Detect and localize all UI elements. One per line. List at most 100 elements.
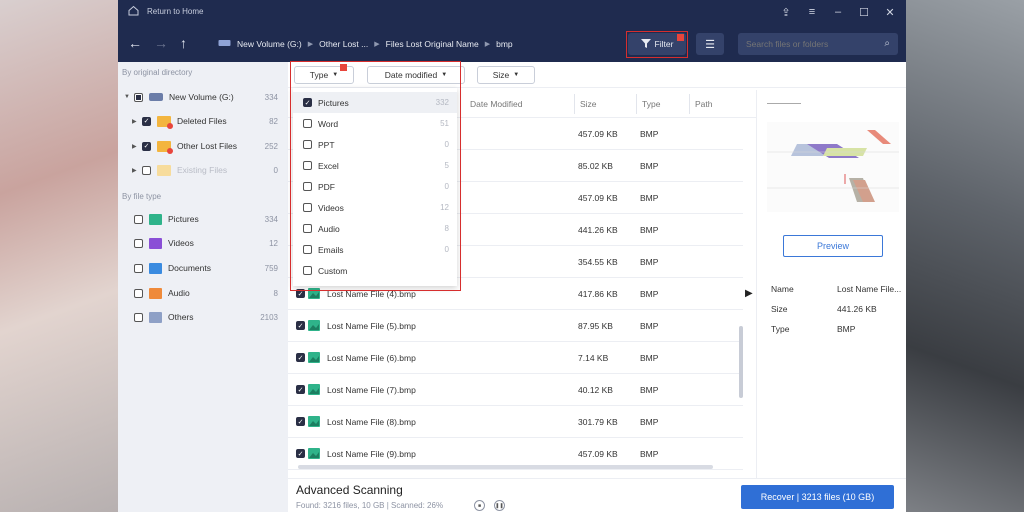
column-date-modified[interactable]: Date Modified — [470, 99, 522, 109]
file-size: 301.79 KB — [578, 417, 618, 427]
unchecked-checkbox[interactable] — [142, 165, 151, 175]
column-size[interactable]: Size — [580, 99, 597, 109]
breadcrumb-item[interactable]: bmp — [496, 39, 513, 49]
unchecked-checkbox[interactable] — [134, 288, 143, 298]
up-arrow-icon[interactable]: ↑ — [180, 35, 187, 51]
sidebar-item-deleted-files[interactable]: ▶ ✓ Deleted Files 82 — [118, 112, 288, 130]
search-input[interactable] — [746, 39, 876, 49]
file-name: Lost Name File (8).bmp — [327, 417, 416, 427]
stop-icon[interactable]: ■ — [474, 500, 485, 511]
sidebar-item-other-lost-files[interactable]: ▶ ✓ Other Lost Files 252 — [118, 137, 288, 155]
expand-arrow-icon[interactable]: ▼ — [124, 94, 132, 100]
column-path[interactable]: Path — [695, 99, 713, 109]
sidebar-item-label: Existing Files — [177, 165, 228, 175]
checked-checkbox[interactable]: ✓ — [142, 116, 151, 126]
return-home-link[interactable]: Return to Home — [128, 5, 203, 18]
sidebar-item-existing-files[interactable]: ▶ Existing Files 0 — [118, 161, 288, 179]
checked-checkbox[interactable]: ✓ — [296, 449, 305, 458]
breadcrumb-item[interactable]: Files Lost Original Name — [386, 39, 479, 49]
column-type[interactable]: Type — [642, 99, 660, 109]
checked-checkbox[interactable]: ✓ — [296, 385, 305, 394]
table-row[interactable]: ✓ Lost Name File (6).bmp 7.14 KB BMP — [288, 342, 743, 374]
expand-arrow-icon[interactable]: ▶ — [132, 118, 140, 125]
horizontal-scrollbar[interactable] — [298, 465, 713, 469]
return-home-label: Return to Home — [147, 7, 204, 16]
expand-arrow-icon[interactable]: ▶ — [132, 167, 140, 174]
file-size: 457.09 KB — [578, 129, 618, 139]
file-size: 40.12 KB — [578, 385, 613, 395]
expand-arrow-icon[interactable]: ▶ — [132, 143, 140, 150]
minimize-button[interactable]: – — [830, 4, 846, 20]
sidebar-item-new-volume[interactable]: ▼ New Volume (G:) 334 — [118, 88, 288, 106]
checked-checkbox[interactable]: ✓ — [296, 321, 305, 330]
partial-checkbox[interactable] — [134, 92, 143, 102]
sidebar-item-count: 0 — [273, 165, 278, 175]
search-icon[interactable]: ⌕ — [884, 38, 890, 49]
size-dropdown[interactable]: Size ▼ — [477, 66, 535, 84]
preview-button[interactable]: Preview — [783, 235, 883, 257]
table-row[interactable]: ✓ Lost Name File (8).bmp 301.79 KB BMP — [288, 406, 743, 438]
checked-checkbox[interactable]: ✓ — [142, 141, 151, 151]
file-type: BMP — [640, 161, 659, 171]
file-type: BMP — [640, 321, 659, 331]
breadcrumb-item[interactable]: New Volume (G:) — [237, 39, 302, 49]
recover-button[interactable]: Recover | 3213 files (10 GB) — [741, 485, 894, 509]
chevron-down-icon: ▼ — [513, 72, 520, 78]
sidebar-item-count: 334 — [264, 92, 278, 102]
preview-thumbnail — [767, 122, 899, 212]
unchecked-checkbox[interactable] — [134, 214, 143, 224]
home-icon — [128, 5, 139, 18]
preview-pane: Preview Name Lost Name File... Size 441.… — [756, 90, 906, 480]
file-type: BMP — [640, 353, 659, 363]
forward-arrow-icon[interactable]: → — [154, 35, 168, 51]
preview-name-key: Name — [771, 284, 794, 294]
unchecked-checkbox[interactable] — [134, 312, 143, 322]
maximize-button[interactable]: ☐ — [856, 4, 872, 20]
table-row[interactable]: ✓ Lost Name File (5).bmp 87.95 KB BMP — [288, 310, 743, 342]
file-type: BMP — [640, 289, 659, 299]
list-view-button[interactable]: ☰ — [696, 33, 724, 55]
nav-bar: ← → ↑ New Volume (G:) ▶ Other Lost ... ▶… — [118, 26, 906, 62]
file-size: 87.95 KB — [578, 321, 613, 331]
checked-checkbox[interactable]: ✓ — [296, 417, 305, 426]
image-file-icon — [308, 384, 320, 395]
file-size: 441.26 KB — [578, 225, 618, 235]
sidebar-item-documents[interactable]: Documents 759 — [118, 259, 288, 277]
sidebar-item-label: Videos — [168, 238, 194, 248]
search-box[interactable]: ⌕ — [738, 33, 898, 55]
document-icon — [149, 262, 162, 274]
sidebar-item-others[interactable]: Others 2103 — [118, 308, 288, 326]
image-file-icon — [308, 320, 320, 331]
pause-icon[interactable]: ❚❚ — [494, 500, 505, 511]
scan-status-title: Advanced Scanning — [296, 483, 403, 497]
folder-icon — [157, 164, 171, 176]
table-row[interactable]: ✓ Lost Name File (7).bmp 40.12 KB BMP — [288, 374, 743, 406]
preview-size-value: 441.26 KB — [837, 304, 877, 314]
preview-type-value: BMP — [837, 324, 856, 334]
sidebar-item-pictures[interactable]: Pictures 334 — [118, 210, 288, 228]
share-icon[interactable]: ⇪ — [778, 4, 794, 20]
unchecked-checkbox[interactable] — [134, 238, 143, 248]
sidebar-item-label: Pictures — [168, 214, 199, 224]
menu-icon[interactable]: ≡ — [804, 4, 820, 20]
back-arrow-icon[interactable]: ← — [128, 35, 142, 51]
close-button[interactable]: ✕ — [882, 4, 898, 20]
preview-size-key: Size — [771, 304, 788, 314]
breadcrumb-item[interactable]: Other Lost ... — [319, 39, 368, 49]
filter-highlight-box — [626, 31, 688, 58]
file-name: Lost Name File (6).bmp — [327, 353, 416, 363]
sidebar-item-label: New Volume (G:) — [169, 92, 234, 102]
collapse-preview-arrow-icon[interactable]: ▶ — [745, 288, 753, 299]
checked-checkbox[interactable]: ✓ — [296, 353, 305, 362]
sidebar-item-label: Documents — [168, 263, 211, 273]
audio-icon — [149, 287, 162, 299]
sidebar-item-videos[interactable]: Videos 12 — [118, 234, 288, 252]
drive-icon — [218, 38, 231, 49]
vertical-scrollbar[interactable] — [739, 326, 743, 398]
sidebar-item-label: Audio — [168, 288, 190, 298]
unchecked-checkbox[interactable] — [134, 263, 143, 273]
status-bar: Advanced Scanning Found: 3216 files, 10 … — [288, 478, 906, 512]
breadcrumb-separator-icon: ▶ — [484, 40, 491, 48]
file-name: Lost Name File (9).bmp — [327, 449, 416, 459]
sidebar-item-audio[interactable]: Audio 8 — [118, 284, 288, 302]
